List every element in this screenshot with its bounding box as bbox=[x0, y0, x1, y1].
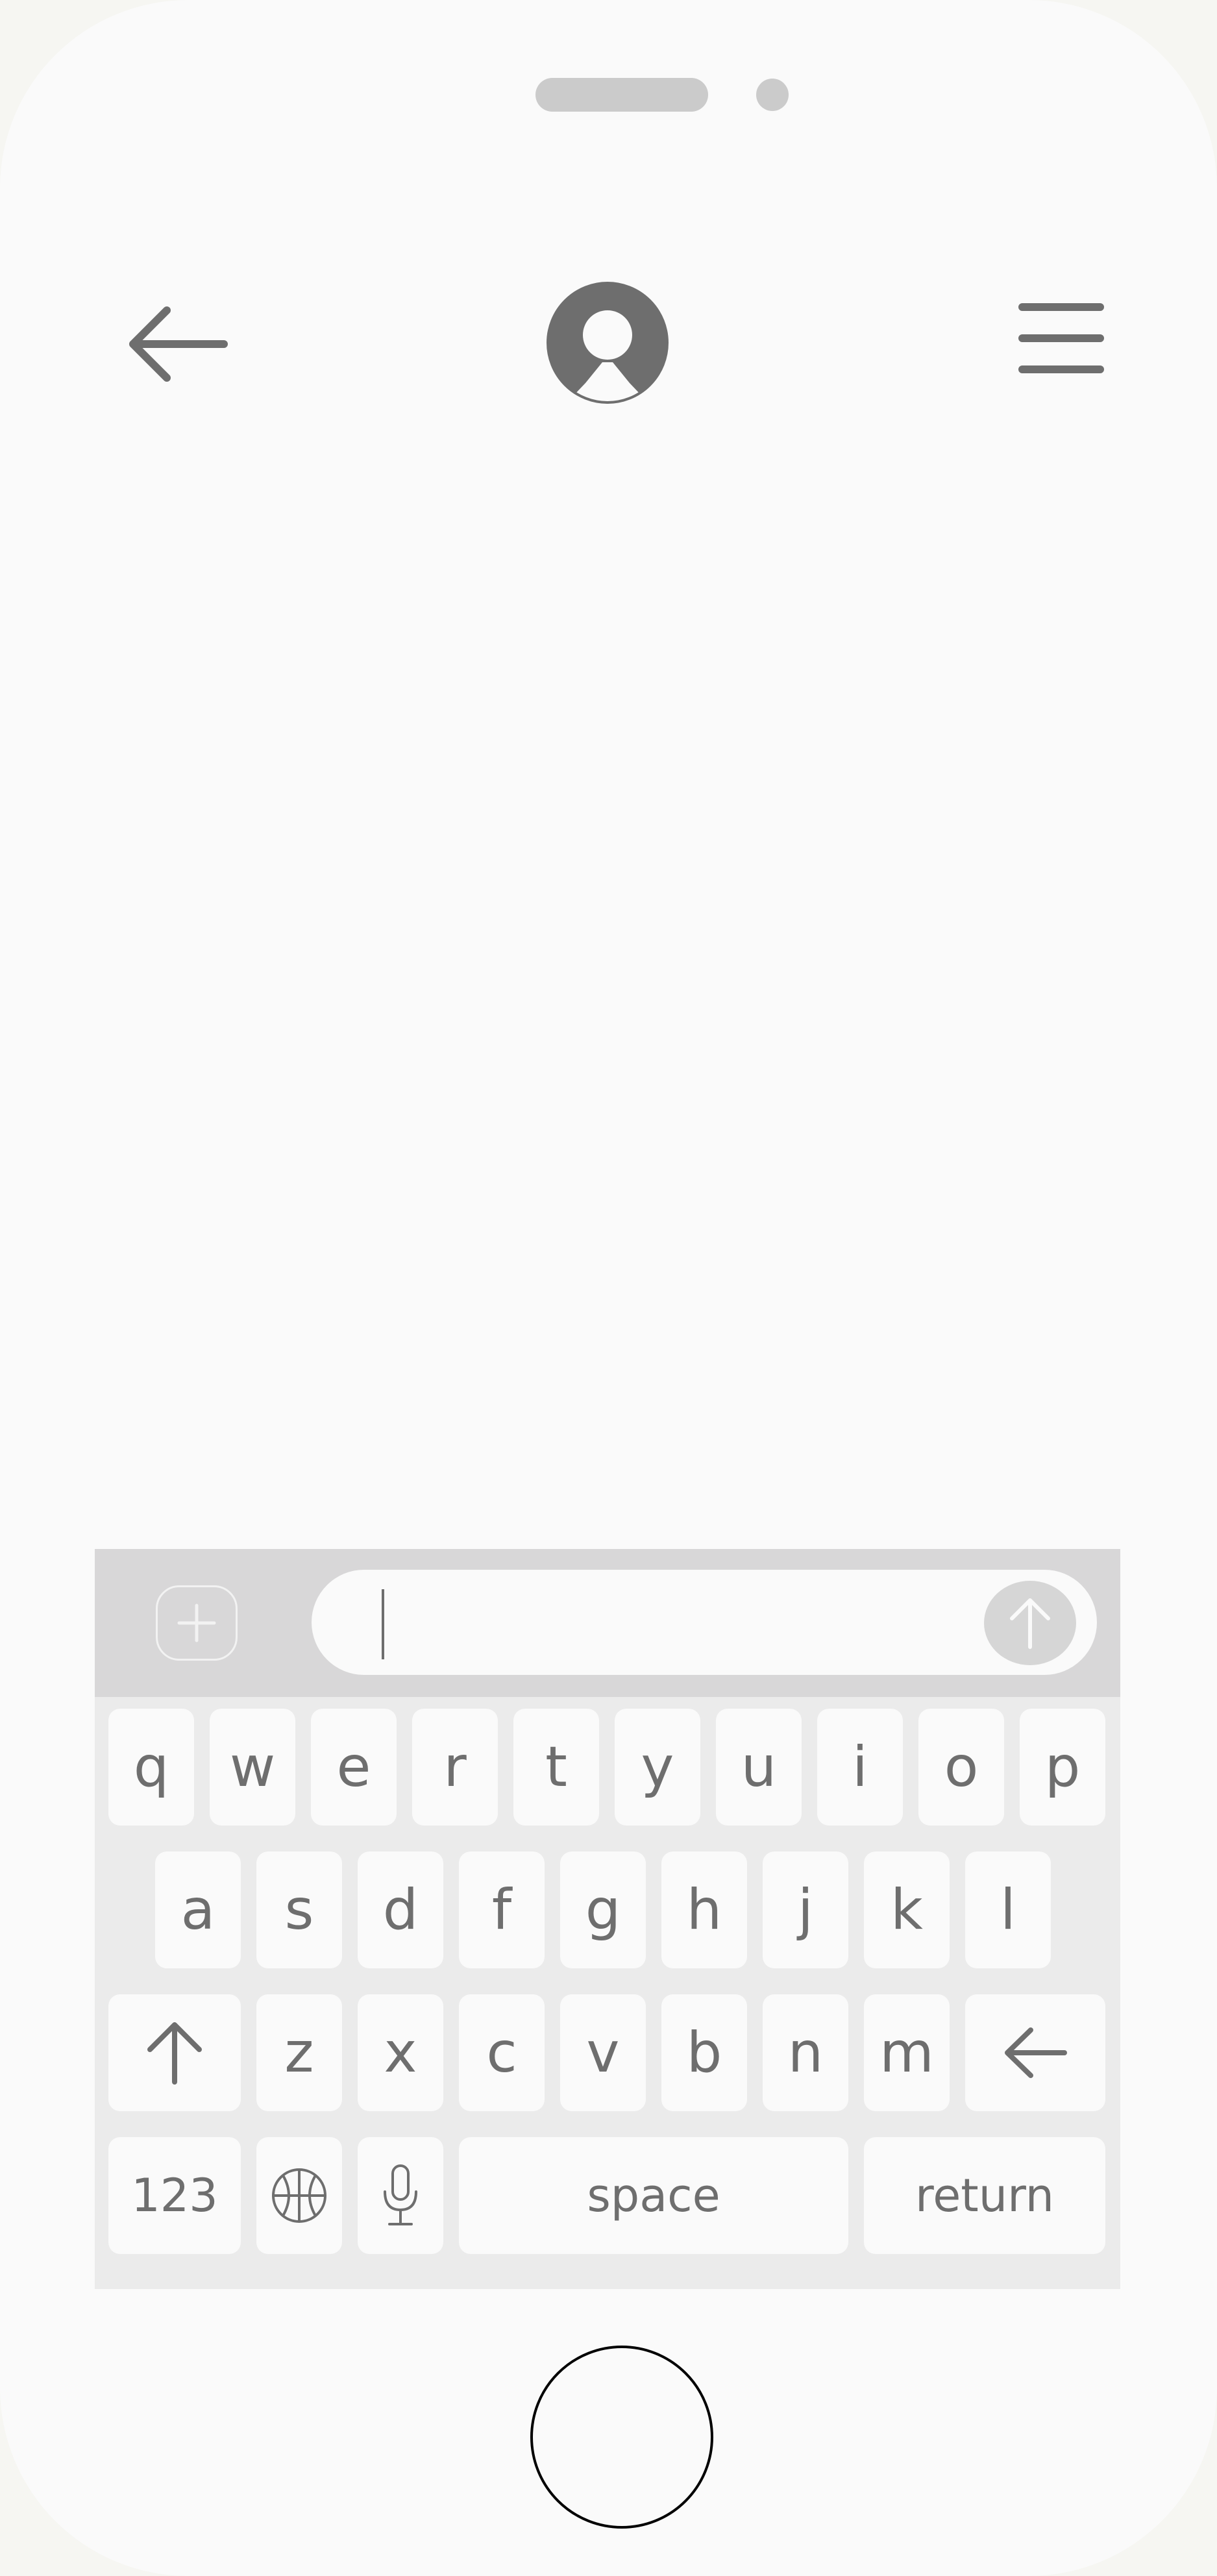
menu-button[interactable] bbox=[1013, 292, 1110, 383]
key-label: q bbox=[133, 1735, 169, 1800]
delete-key[interactable] bbox=[965, 1994, 1105, 2111]
key-label: h bbox=[686, 1877, 722, 1942]
front-camera bbox=[756, 79, 789, 111]
key-w[interactable]: w bbox=[210, 1709, 295, 1826]
key-x[interactable]: x bbox=[358, 1994, 443, 2111]
key-label: n bbox=[787, 2020, 824, 2085]
key-label: r bbox=[443, 1735, 467, 1800]
plus-icon bbox=[177, 1604, 216, 1642]
key-h[interactable]: h bbox=[661, 1852, 747, 1968]
globe-icon bbox=[272, 2168, 326, 2223]
key-p[interactable]: p bbox=[1020, 1709, 1105, 1826]
key-l[interactable]: l bbox=[965, 1852, 1051, 1968]
key-label: space bbox=[587, 2169, 720, 2222]
key-label: m bbox=[879, 2020, 934, 2085]
send-button[interactable] bbox=[984, 1581, 1076, 1665]
key-c[interactable]: c bbox=[459, 1994, 545, 2111]
key-label: e bbox=[336, 1735, 371, 1800]
key-label: f bbox=[491, 1877, 512, 1942]
key-f[interactable]: f bbox=[459, 1852, 545, 1968]
text-cursor bbox=[382, 1589, 384, 1659]
key-v[interactable]: v bbox=[560, 1994, 646, 2111]
key-label: v bbox=[586, 2020, 620, 2085]
shift-key[interactable] bbox=[108, 1994, 241, 2111]
numbers-key[interactable]: 123 bbox=[108, 2137, 241, 2254]
key-a[interactable]: a bbox=[155, 1852, 241, 1968]
key-label: p bbox=[1044, 1735, 1081, 1800]
key-t[interactable]: t bbox=[513, 1709, 599, 1826]
key-y[interactable]: y bbox=[615, 1709, 700, 1826]
space-key[interactable]: space bbox=[459, 2137, 848, 2254]
key-label: i bbox=[852, 1735, 868, 1800]
speaker-grille bbox=[535, 78, 708, 112]
key-b[interactable]: b bbox=[661, 1994, 747, 2111]
message-input[interactable] bbox=[312, 1570, 1097, 1675]
microphone-icon bbox=[384, 2164, 417, 2225]
phone-screen: q w e r t y u i o p a s d f g h j k l z … bbox=[0, 0, 1217, 2576]
key-label: j bbox=[798, 1877, 813, 1942]
key-z[interactable]: z bbox=[256, 1994, 342, 2111]
key-g[interactable]: g bbox=[560, 1852, 646, 1968]
key-label: y bbox=[641, 1735, 674, 1800]
attach-button[interactable] bbox=[156, 1585, 238, 1661]
hamburger-menu-icon bbox=[1018, 303, 1104, 373]
key-k[interactable]: k bbox=[864, 1852, 950, 1968]
key-label: z bbox=[284, 2020, 314, 2085]
contact-avatar[interactable] bbox=[545, 280, 670, 405]
key-label: 123 bbox=[131, 2169, 218, 2222]
key-label: g bbox=[585, 1877, 621, 1942]
emoji-key[interactable] bbox=[256, 2137, 342, 2254]
key-label: a bbox=[180, 1877, 215, 1942]
key-label: w bbox=[229, 1735, 276, 1800]
back-button[interactable] bbox=[117, 292, 234, 396]
key-j[interactable]: j bbox=[763, 1852, 848, 1968]
key-label: c bbox=[486, 2020, 517, 2085]
key-label: s bbox=[284, 1877, 314, 1942]
key-m[interactable]: m bbox=[864, 1994, 950, 2111]
return-key[interactable]: return bbox=[864, 2137, 1105, 2254]
arrow-up-icon bbox=[147, 2022, 202, 2085]
arrow-left-icon bbox=[1005, 2027, 1067, 2078]
arrow-up-icon bbox=[1010, 1598, 1050, 1649]
key-label: b bbox=[686, 2020, 722, 2085]
key-q[interactable]: q bbox=[108, 1709, 194, 1826]
key-r[interactable]: r bbox=[412, 1709, 498, 1826]
key-u[interactable]: u bbox=[716, 1709, 802, 1826]
key-o[interactable]: o bbox=[918, 1709, 1004, 1826]
user-avatar-icon bbox=[547, 282, 669, 404]
key-label: x bbox=[384, 2020, 417, 2085]
dictation-key[interactable] bbox=[358, 2137, 443, 2254]
key-label: d bbox=[382, 1877, 419, 1942]
key-d[interactable]: d bbox=[358, 1852, 443, 1968]
arrow-left-icon bbox=[129, 306, 228, 382]
message-composer bbox=[95, 1549, 1120, 1697]
key-label: u bbox=[741, 1735, 777, 1800]
key-label: return bbox=[915, 2169, 1055, 2222]
key-n[interactable]: n bbox=[763, 1994, 848, 2111]
key-i[interactable]: i bbox=[817, 1709, 903, 1826]
key-label: o bbox=[944, 1735, 979, 1800]
key-e[interactable]: e bbox=[311, 1709, 397, 1826]
home-button[interactable] bbox=[530, 2346, 713, 2529]
key-label: t bbox=[545, 1735, 567, 1800]
key-s[interactable]: s bbox=[256, 1852, 342, 1968]
key-label: l bbox=[1000, 1877, 1016, 1942]
keyboard: q w e r t y u i o p a s d f g h j k l z … bbox=[95, 1697, 1120, 2289]
key-label: k bbox=[891, 1877, 923, 1942]
